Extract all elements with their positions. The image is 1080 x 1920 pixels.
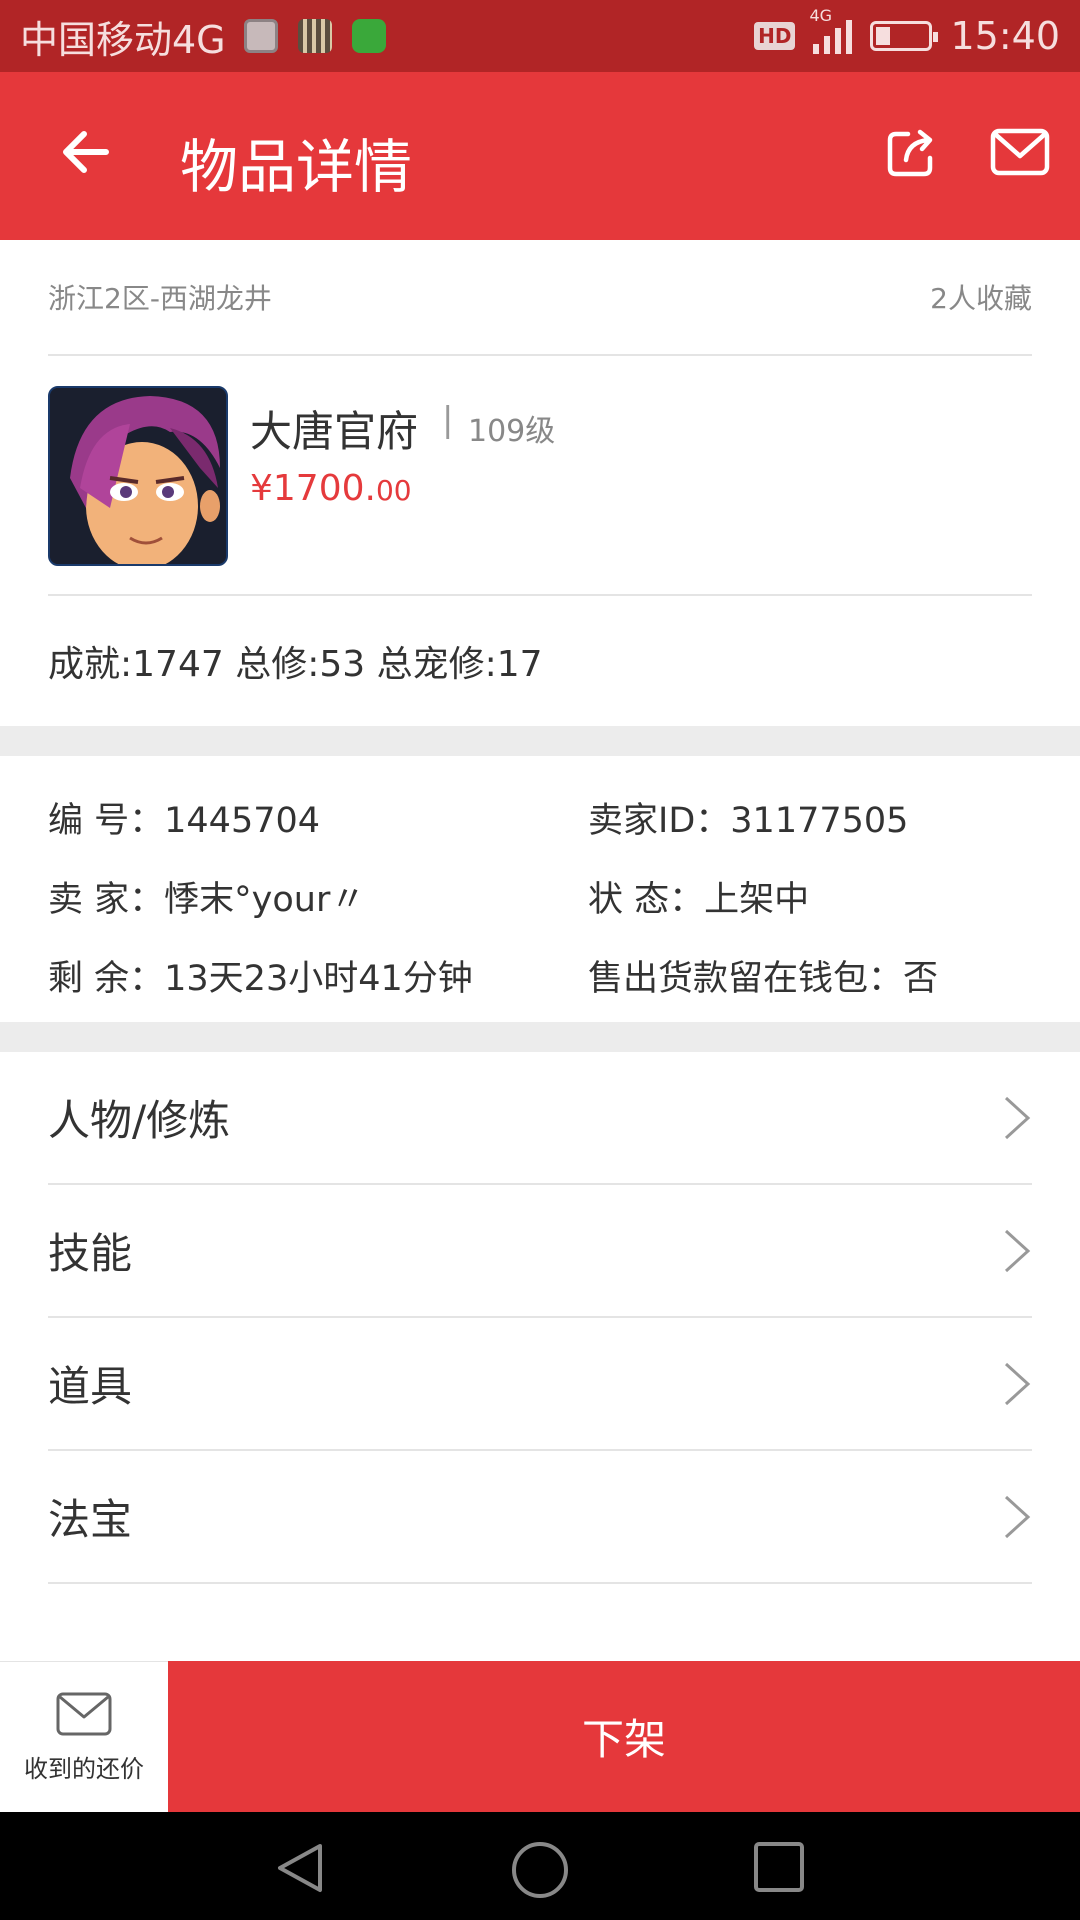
content: 浙江2区-西湖龙井 2人收藏 大唐官府 | 109级 ¥1700.00 成就:1… — [0, 240, 1080, 1584]
menu-item-label: 技能 — [48, 1229, 133, 1278]
listing-details: 编 号：1445704 卖家ID：31177505 卖 家：悸末°your〃 状… — [0, 756, 1080, 1022]
menu-item-label: 道具 — [48, 1362, 133, 1411]
gallery-notification-icon — [243, 19, 278, 53]
app-notification-icon — [297, 19, 332, 53]
envelope-icon — [56, 1692, 112, 1735]
network-type: 4G — [809, 6, 833, 25]
detail-remaining: 剩 余：13天23小时41分钟 — [48, 950, 473, 1001]
menu-item-treasures[interactable]: 法宝 — [48, 1451, 1032, 1584]
detail-wallet: 售出货款留在钱包：否 — [588, 950, 938, 1001]
detail-value: 1445704 — [164, 801, 321, 841]
menu-item-skills[interactable]: 技能 — [48, 1185, 1032, 1318]
section-divider — [0, 1022, 1080, 1052]
mail-icon[interactable] — [990, 128, 1050, 176]
chevron-right-icon — [1004, 1229, 1031, 1272]
received-offers-button[interactable]: 收到的还价 — [0, 1661, 168, 1812]
delist-button[interactable]: 下架 — [168, 1661, 1080, 1812]
wechat-notification-icon — [351, 19, 386, 53]
detail-status: 状 态：上架中 — [588, 871, 809, 922]
hd-badge: HD — [754, 22, 796, 50]
detail-label: 卖 家： — [48, 880, 165, 920]
detail-value: 31177505 — [730, 801, 909, 841]
bottom-action-bar: 收到的还价 下架 — [0, 1661, 1080, 1812]
detail-label: 编 号： — [48, 801, 165, 841]
character-stats: 成就:1747 总修:53 总宠修:17 — [48, 644, 543, 685]
character-school: 大唐官府 — [250, 407, 419, 456]
back-arrow-icon[interactable] — [56, 122, 116, 182]
detail-label: 卖家ID： — [588, 801, 731, 841]
price-main: ¥1700. — [250, 468, 376, 509]
signal-icon: 4G — [809, 6, 853, 54]
system-nav-bar — [0, 1812, 1080, 1920]
nav-back-icon[interactable] — [272, 1840, 328, 1896]
app-bar: 物品详情 — [0, 72, 1080, 240]
menu-item-items[interactable]: 道具 — [48, 1318, 1032, 1451]
detail-label: 剩 余： — [48, 959, 165, 999]
character-avatar — [48, 386, 228, 566]
server-name: 浙江2区-西湖龙井 — [48, 282, 272, 315]
received-offers-label: 收到的还价 — [24, 1754, 144, 1783]
detail-id: 编 号：1445704 — [48, 792, 320, 843]
detail-value: 否 — [903, 959, 939, 999]
listing-header: 浙江2区-西湖龙井 2人收藏 — [48, 240, 1032, 356]
nav-recents-icon[interactable] — [752, 1840, 806, 1894]
item-price: ¥1700.00 — [250, 468, 412, 509]
name-separator: | — [442, 400, 454, 440]
share-icon[interactable] — [884, 124, 940, 180]
chevron-right-icon — [1004, 1495, 1031, 1538]
detail-seller-id: 卖家ID：31177505 — [588, 792, 908, 843]
menu-item-label: 法宝 — [48, 1495, 133, 1544]
page-title: 物品详情 — [180, 133, 413, 201]
detail-label: 售出货款留在钱包： — [588, 959, 904, 999]
detail-seller: 卖 家：悸末°your〃 — [48, 871, 365, 922]
chevron-right-icon — [1004, 1096, 1031, 1139]
price-cents: 00 — [375, 474, 412, 507]
detail-value: 悸末°your〃 — [164, 880, 366, 920]
item-summary[interactable]: 大唐官府 | 109级 ¥1700.00 — [48, 356, 1032, 596]
nav-home-icon[interactable] — [510, 1840, 570, 1900]
battery-icon — [870, 21, 939, 51]
status-bar: 中国移动4G HD 4G 15:40 — [0, 0, 1080, 72]
detail-value: 13天23小时41分钟 — [164, 959, 473, 999]
detail-value: 上架中 — [704, 880, 810, 920]
section-divider — [0, 726, 1080, 756]
favorites-count: 2人收藏 — [930, 282, 1032, 315]
chevron-right-icon — [1004, 1362, 1031, 1405]
detail-label: 状 态： — [588, 880, 705, 920]
character-level: 109级 — [468, 414, 556, 449]
menu-item-character[interactable]: 人物/修炼 — [48, 1052, 1032, 1185]
clock: 15:40 — [950, 14, 1060, 58]
carrier-name: 中国移动4G — [20, 17, 226, 62]
menu-item-label: 人物/修炼 — [48, 1096, 231, 1145]
